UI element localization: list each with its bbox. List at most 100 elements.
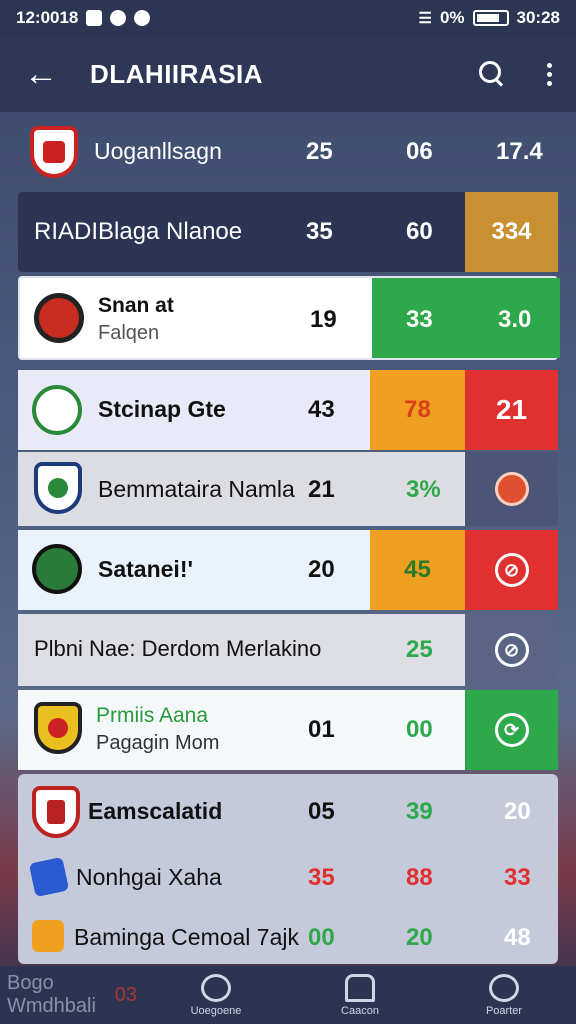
table-row[interactable]: Uoganllsagn 25 06 17.4 bbox=[18, 120, 558, 184]
more-options-icon[interactable] bbox=[547, 62, 552, 86]
team-name: Bemmataira Namla bbox=[98, 476, 295, 502]
team-crest-icon bbox=[32, 385, 82, 435]
stat-2-cell bbox=[372, 278, 560, 358]
bell-icon bbox=[345, 973, 375, 1002]
stat-2: 88 bbox=[406, 864, 433, 891]
battery-icon bbox=[472, 10, 509, 26]
team-name: Nonhgai Xaha bbox=[76, 864, 222, 890]
stat-2-cell: 45 bbox=[370, 530, 465, 610]
tab-3[interactable]: Poarter bbox=[439, 973, 569, 1017]
stat-3-cell: 334 bbox=[465, 192, 558, 272]
ghost-team-name: Bogo Wmdhbali bbox=[7, 972, 96, 1017]
stat-2: 60 bbox=[406, 218, 433, 245]
clock-icon bbox=[201, 973, 231, 1002]
stat-3: 48 bbox=[504, 924, 531, 951]
table-row[interactable]: Satanei!' 20 45 ⊘ bbox=[18, 530, 558, 610]
team-name: Snan at bbox=[98, 294, 174, 317]
team-subtitle: Falqen bbox=[98, 322, 160, 344]
team-name: Eamscalatid bbox=[88, 798, 223, 824]
no-entry-icon[interactable]: ⊘ bbox=[494, 633, 529, 667]
back-arrow-icon[interactable]: ← bbox=[24, 55, 64, 94]
settings-icon bbox=[489, 973, 519, 1002]
status-time-left: 12:0018 bbox=[16, 8, 79, 27]
stat-1: 35 bbox=[306, 218, 333, 245]
team-crest-icon bbox=[32, 544, 82, 594]
ghost-number: 03 bbox=[114, 983, 137, 1006]
stat-3: 17.4 bbox=[496, 138, 543, 165]
notification-icon bbox=[86, 10, 103, 26]
stat-2-cell: 78 bbox=[370, 370, 465, 450]
table-row[interactable]: Eamscalatid 05 39 20 bbox=[18, 780, 558, 844]
stat-3: 20 bbox=[504, 798, 531, 825]
table-row[interactable]: Nonhgai Xaha 35 88 33 bbox=[18, 846, 558, 906]
stat-2: 20 bbox=[406, 924, 433, 951]
stat-3: 3.0 bbox=[498, 306, 532, 333]
team-logo-icon bbox=[28, 856, 70, 898]
table-row[interactable]: Baminga Cemoal 7ajk 00 20 48 bbox=[18, 906, 558, 966]
stat-2: 25 bbox=[406, 636, 433, 663]
block-icon[interactable]: ⊘ bbox=[494, 553, 529, 587]
team-crest-icon bbox=[34, 293, 84, 343]
status-time-right: 30:28 bbox=[516, 8, 560, 27]
nav-ghost-row: Bogo Wmdhbali 03 bbox=[7, 972, 137, 1018]
stat-1: 19 bbox=[310, 306, 337, 333]
table-row[interactable]: Stcinap Gte 43 78 21 bbox=[18, 370, 558, 450]
tab-3-label: Poarter bbox=[485, 1004, 523, 1017]
team-subtitle: Pagagin Mom bbox=[96, 732, 220, 754]
search-icon[interactable] bbox=[477, 59, 507, 89]
action-cell: ⊘ bbox=[465, 614, 558, 686]
status-bar: 12:0018 ☰ 0% 30:28 bbox=[0, 0, 576, 36]
stat-3: 21 bbox=[495, 394, 528, 425]
target-icon[interactable] bbox=[494, 472, 529, 506]
team-name: Stcinap Gte bbox=[98, 396, 226, 422]
stat-1: 00 bbox=[308, 924, 335, 951]
team-name: Prmiis Aana bbox=[96, 704, 209, 727]
stat-3-cell: 21 bbox=[465, 370, 558, 450]
app-notification-icon bbox=[110, 10, 127, 26]
team-logo-icon bbox=[32, 920, 64, 952]
team-name: Satanei!' bbox=[98, 556, 193, 582]
table-row[interactable]: Plbni Nae: Derdom Merlakino 25 ⊘ bbox=[18, 614, 558, 686]
stat-1: 05 bbox=[308, 798, 335, 825]
tab-1-label: Uoegoene bbox=[190, 1004, 242, 1017]
team-crest-icon bbox=[34, 702, 82, 754]
stat-2: 45 bbox=[404, 556, 431, 583]
table-row[interactable]: Prmiis Aana Pagagin Mom 01 00 ⟳ bbox=[18, 690, 558, 770]
app-notification-icon-2 bbox=[134, 10, 151, 26]
stat-2: 3% bbox=[406, 476, 441, 503]
table-row[interactable]: Bemmataira Namla 21 3% bbox=[18, 452, 558, 526]
stat-1: 25 bbox=[306, 138, 333, 165]
stat-2: 33 bbox=[406, 306, 433, 333]
team-name: Plbni Nae: Derdom Merlakino bbox=[34, 636, 322, 661]
stat-2: 00 bbox=[406, 716, 433, 743]
bottom-nav: Bogo Wmdhbali 03 Uoegoene Caacon Poarter bbox=[0, 966, 576, 1024]
table-row[interactable]: RIADIBlaga Nlanoe 35 60 334 bbox=[18, 192, 558, 272]
action-cell bbox=[465, 452, 558, 526]
action-cell: ⟳ bbox=[465, 690, 558, 770]
app-bar: ← DLAHIIRASIA bbox=[0, 36, 576, 112]
refresh-icon[interactable]: ⟳ bbox=[494, 713, 529, 747]
team-crest-icon bbox=[30, 126, 78, 178]
battery-percent: 0% bbox=[439, 8, 465, 27]
team-crest-icon bbox=[32, 786, 80, 838]
stat-1: 35 bbox=[308, 864, 335, 891]
tab-2-label: Caacon bbox=[341, 1004, 379, 1017]
tab-1[interactable]: Uoegoene bbox=[151, 973, 281, 1017]
stat-1: 01 bbox=[308, 716, 335, 743]
team-name: Uoganllsagn bbox=[94, 138, 222, 164]
stat-2: 78 bbox=[404, 396, 431, 423]
table-row[interactable]: Snan at Falqen 19 33 3.0 bbox=[18, 276, 560, 360]
action-cell: ⊘ bbox=[465, 530, 558, 610]
team-name: Baminga Cemoal 7ajk bbox=[74, 924, 300, 950]
stat-2: 39 bbox=[406, 798, 433, 825]
team-name: RIADIBlaga Nlanoe bbox=[34, 218, 243, 245]
stat-1: 43 bbox=[308, 396, 335, 423]
stat-3: 33 bbox=[504, 864, 531, 891]
page-title: DLAHIIRASIA bbox=[90, 58, 264, 89]
stat-1: 21 bbox=[308, 476, 335, 503]
stat-2: 06 bbox=[406, 138, 433, 165]
stat-3: 334 bbox=[491, 218, 532, 245]
stat-1: 20 bbox=[308, 556, 335, 583]
tab-2[interactable]: Caacon bbox=[295, 973, 425, 1017]
wifi-icon: ☰ bbox=[418, 10, 432, 27]
